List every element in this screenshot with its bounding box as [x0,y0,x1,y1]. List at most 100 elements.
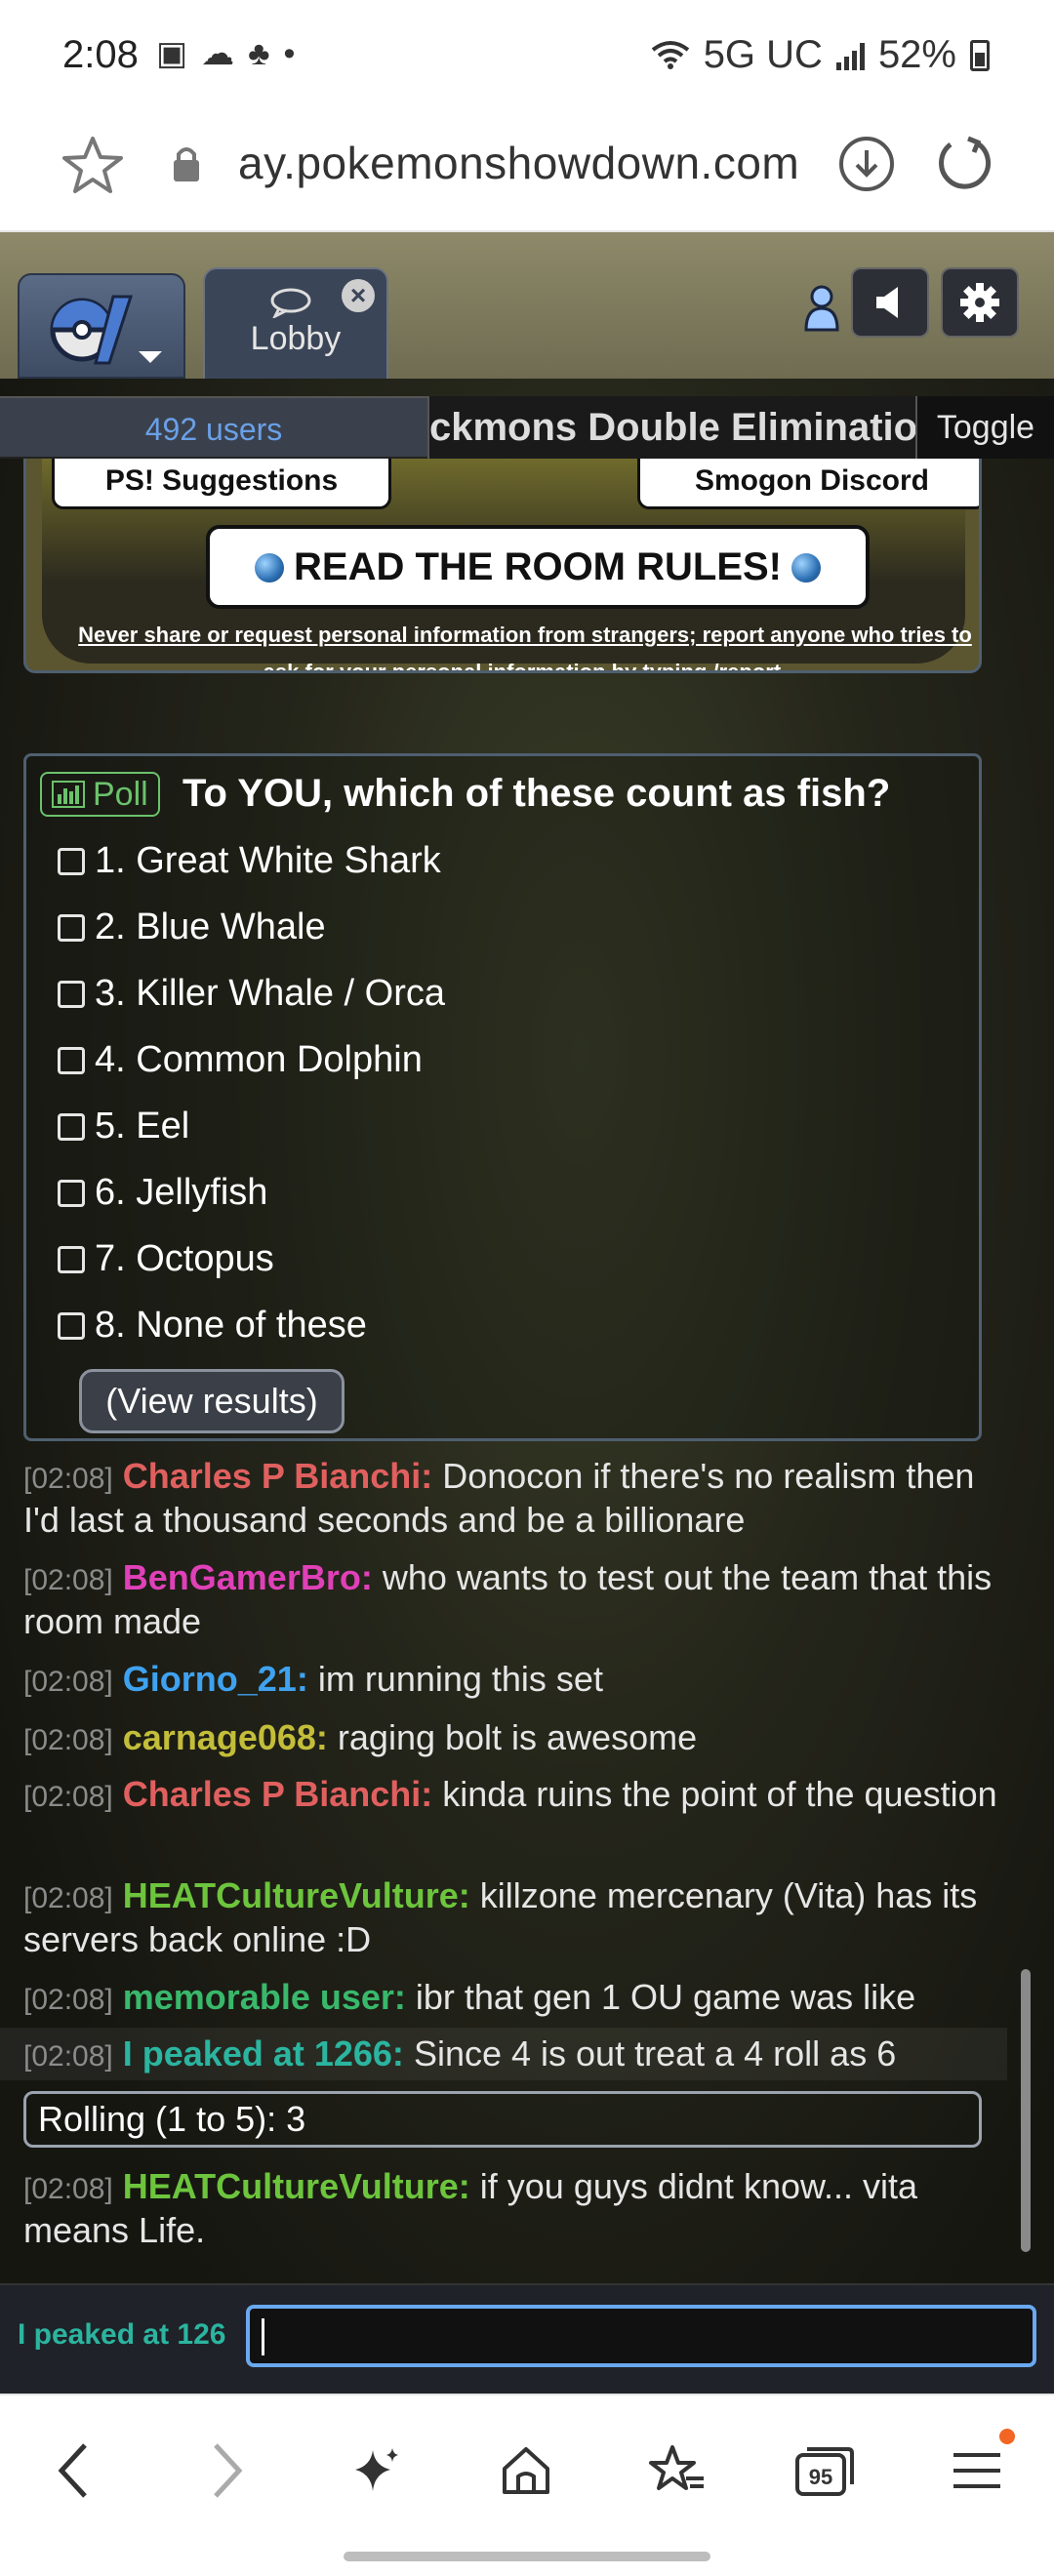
battery-percent: 52% [877,33,956,76]
timestamp: [02:08] [23,1984,113,2016]
chat-bubble-icon [270,288,311,318]
checkbox[interactable] [58,1046,85,1074]
sparkle-icon [355,2448,398,2491]
user-icon[interactable] [802,283,841,332]
download-icon[interactable] [837,135,896,193]
poll-option-label: 2. Blue Whale [95,906,326,947]
poll-option[interactable]: 3. Killer Whale / Orca [58,973,445,1015]
message-text: Since 4 is out treat a 4 roll as 6 [413,2033,897,2073]
signal-icon [835,41,865,70]
settings-button[interactable] [941,267,1019,338]
username[interactable]: memorable user: [123,1977,406,2017]
checkbox[interactable] [58,913,85,942]
timestamp: [02:08] [23,2040,113,2073]
bar-chart-icon [52,781,85,808]
checkbox[interactable] [58,1311,85,1340]
gesture-bar [344,2552,710,2561]
main-menu-tab[interactable] [18,273,185,379]
lock-icon [174,147,199,181]
smogon-discord-link[interactable]: Smogon Discord [637,459,979,509]
gear-icon [960,283,999,322]
poll-option[interactable]: 4. Common Dolphin [58,1039,423,1081]
checkbox[interactable] [58,980,85,1008]
userlist-button[interactable]: 492 users [0,396,427,459]
tab-lobby-label: Lobby [250,320,342,357]
username[interactable]: carnage068: [123,1717,328,1757]
gallery-icon: ▣ [156,35,188,72]
chat-scrollbar[interactable] [1021,1969,1031,2252]
username[interactable]: HEATCultureVulture: [123,1875,470,1915]
tabs-button[interactable]: 95 [790,2436,859,2505]
username[interactable]: HEATCultureVulture: [123,2166,470,2206]
privacy-note: Never share or request personal informat… [78,623,972,673]
poll-question: To YOU, which of these count as fish? [182,772,891,815]
username[interactable]: Charles P Bianchi: [123,1774,432,1814]
chat-message: [02:08] HEATCultureVulture: if you guys … [23,2166,1009,2251]
snapchat-icon: ♣ [248,35,270,72]
toggle-button[interactable]: Toggle [915,396,1054,459]
globe-icon [791,553,821,583]
poll-option-label: 8. None of these [95,1305,367,1346]
wifi-icon [651,40,689,69]
tab-lobby[interactable]: Lobby × [203,267,388,379]
timestamp: [02:08] [23,1882,113,1914]
message-text: raging bolt is awesome [337,1717,698,1757]
ps-header: Lobby × [0,232,1054,379]
checkbox[interactable] [58,1245,85,1273]
bookmark-star-icon[interactable] [61,133,125,197]
status-time: 2:08 [62,33,139,76]
tab-count: 95 [809,2465,832,2489]
room-intro-banner: PS! Suggestions Smogon Discord READ THE … [42,459,979,670]
poll-box: Poll To YOU, which of these count as fis… [23,753,982,1441]
ai-sparkle-button[interactable] [342,2436,410,2505]
volume-icon [876,287,898,318]
username[interactable]: I peaked at 1266: [123,2033,404,2073]
timestamp: [02:08] [23,1666,113,1698]
back-button[interactable] [39,2436,107,2505]
tabs-icon: 95 [795,2447,854,2496]
checkbox[interactable] [58,1112,85,1141]
poll-option[interactable]: 8. None of these [58,1305,367,1347]
forward-button[interactable] [193,2436,262,2505]
poll-option[interactable]: 5. Eel [58,1106,189,1147]
chat-input[interactable] [246,2305,1036,2367]
poll-option-label: 6. Jellyfish [95,1172,268,1213]
status-right: 5G UC 52% [651,33,990,77]
poll-option[interactable]: 6. Jellyfish [58,1172,267,1214]
poll-option[interactable]: 2. Blue Whale [58,906,326,948]
dice-roll-result: Rolling (1 to 5): 3 [23,2091,982,2148]
bookmarks-button[interactable] [642,2436,710,2505]
read-rules-button[interactable]: READ THE ROOM RULES! [206,525,870,609]
reload-icon[interactable] [933,133,993,193]
current-username[interactable]: I peaked at 126 [18,2318,225,2352]
text-caret [262,2318,264,2355]
poll-option[interactable]: 1. Great White Shark [58,840,441,882]
username[interactable]: Charles P Bianchi: [123,1456,432,1496]
view-results-button[interactable]: (View results) [79,1369,345,1433]
checkbox[interactable] [58,1179,85,1207]
poll-option-label: 7. Octopus [95,1238,274,1279]
message-text: ibr that gen 1 OU game was like [415,1977,916,2017]
home-button[interactable] [492,2436,560,2505]
chat-message: [02:08] Giorno_21: im running this set [23,1659,1009,1703]
sound-button[interactable] [851,267,929,338]
ps-suggestions-link[interactable]: PS! Suggestions [52,459,391,509]
username[interactable]: Giorno_21: [123,1659,308,1699]
chevron-right-icon [214,2443,243,2498]
star-list-icon [649,2445,704,2490]
chevron-left-icon [58,2443,87,2498]
pokeball-logo-icon [50,295,134,365]
close-icon[interactable]: × [342,279,375,312]
room-title-bar: ckmons Double Eliminatio Toggle [427,396,1054,459]
username[interactable]: BenGamerBro: [123,1557,373,1597]
timestamp: [02:08] [23,2173,113,2205]
chat-message: [02:08] HEATCultureVulture: killzone mer… [23,1875,1009,1960]
poll-option[interactable]: 7. Octopus [58,1238,274,1280]
menu-button[interactable] [943,2429,1015,2505]
checkbox[interactable] [58,847,85,875]
url-text[interactable]: ay.pokemonshowdown.com [238,137,804,189]
network-label: 5G UC [703,33,823,76]
room-intro-panel: PS! Suggestions Smogon Discord READ THE … [23,459,982,673]
poll-badge: Poll [40,772,160,817]
home-icon [503,2447,549,2494]
